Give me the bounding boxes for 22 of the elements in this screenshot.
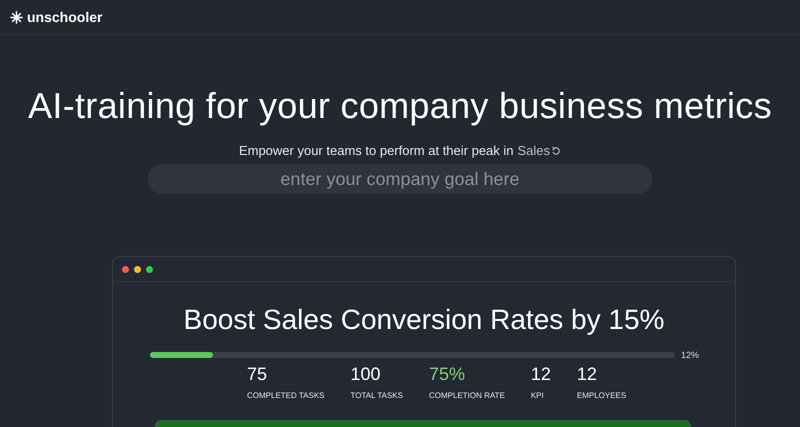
stat-value: 12 <box>576 364 598 385</box>
stat-label: KPI <box>530 391 545 400</box>
stat-value: 100 <box>350 364 382 385</box>
stat-label: COMPLETED TASKS <box>247 391 324 400</box>
stat-label: EMPLOYEES <box>576 391 626 400</box>
stat-value: 75 <box>247 364 268 385</box>
maximize-dot <box>146 266 153 272</box>
stat-label: TOTAL TASKS <box>350 391 403 400</box>
stat-label: COMPLETION RATE <box>428 391 505 400</box>
goal-input-field[interactable]: enter your company goal here <box>148 164 652 194</box>
goal-title: Boost Sales Conversion Rates by 15% <box>182 304 666 336</box>
minimize-dot <box>134 266 141 272</box>
hero-subtitle: Empower your teams to perform at their peak in <box>238 143 514 158</box>
industry-link[interactable]: Sales <box>518 143 562 158</box>
refresh-icon <box>551 146 562 156</box>
logo-text[interactable]: unschooler <box>27 9 102 25</box>
close-dot <box>122 266 129 272</box>
hero-headline: AI-training for your company business metrics <box>28 85 772 127</box>
stat-value: 75% <box>428 364 466 385</box>
sparkle-icon <box>10 10 23 24</box>
progress-reading: 12% <box>681 350 700 360</box>
stat-value: 12 <box>530 364 551 385</box>
